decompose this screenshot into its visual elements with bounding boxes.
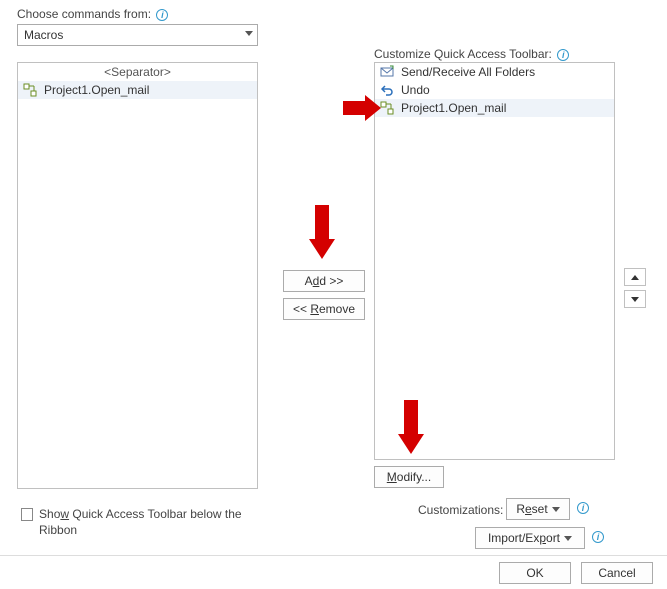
info-icon[interactable]: i (156, 9, 168, 21)
show-qat-below-ribbon-checkbox[interactable] (21, 508, 33, 521)
list-item[interactable]: <Separator> (18, 63, 257, 81)
modify-button-label: Modify... (387, 470, 431, 484)
undo-icon (379, 82, 395, 98)
ok-button-label: OK (526, 566, 543, 580)
cancel-button[interactable]: Cancel (581, 562, 653, 584)
reset-button[interactable]: Reset (506, 498, 570, 520)
choose-commands-label: Choose commands from: (17, 7, 151, 21)
send-receive-icon (379, 64, 395, 80)
list-item-label: Project1.Open_mail (401, 101, 506, 115)
list-item[interactable]: Project1.Open_mail (18, 81, 257, 99)
qat-listbox[interactable]: Send/Receive All Folders Undo Project1.O… (374, 62, 615, 460)
import-export-button[interactable]: Import/Export (475, 527, 585, 549)
list-item[interactable]: Send/Receive All Folders (375, 63, 614, 81)
chevron-down-icon (245, 31, 253, 39)
list-item[interactable]: Project1.Open_mail (375, 99, 614, 117)
import-export-button-label: Import/Export (488, 531, 560, 545)
list-item-label: Undo (401, 83, 430, 97)
move-up-button[interactable] (624, 268, 646, 286)
commands-from-value: Macros (24, 28, 63, 42)
cancel-button-label: Cancel (598, 566, 635, 580)
modify-button[interactable]: Modify... (374, 466, 444, 488)
remove-button[interactable]: << Remove (283, 298, 365, 320)
chevron-down-icon (564, 536, 572, 541)
info-icon[interactable]: i (557, 49, 569, 61)
reset-button-label: Reset (516, 502, 547, 516)
info-icon[interactable]: i (577, 502, 589, 514)
move-down-button[interactable] (624, 290, 646, 308)
chevron-down-icon (552, 507, 560, 512)
separator-item-label: <Separator> (22, 65, 253, 79)
divider (0, 555, 667, 556)
macro-icon (379, 100, 395, 116)
list-item-label: Send/Receive All Folders (401, 65, 535, 79)
list-item[interactable]: Undo (375, 81, 614, 99)
show-qat-below-ribbon-label: Show Quick Access Toolbar below the Ribb… (39, 506, 261, 538)
add-button[interactable]: Add >> (283, 270, 365, 292)
annotation-arrow-icon (307, 205, 337, 261)
remove-button-label: << Remove (293, 302, 355, 316)
chevron-down-icon (631, 297, 639, 302)
commands-listbox[interactable]: <Separator> Project1.Open_mail (17, 62, 258, 489)
chevron-up-icon (631, 275, 639, 280)
macro-icon (22, 82, 38, 98)
commands-from-select[interactable]: Macros (17, 24, 258, 46)
ok-button[interactable]: OK (499, 562, 571, 584)
list-item-label: Project1.Open_mail (44, 83, 149, 97)
customize-qat-label: Customize Quick Access Toolbar: (374, 47, 552, 61)
customizations-label: Customizations: (418, 503, 503, 517)
add-button-label: Add >> (305, 274, 344, 288)
info-icon[interactable]: i (592, 531, 604, 543)
